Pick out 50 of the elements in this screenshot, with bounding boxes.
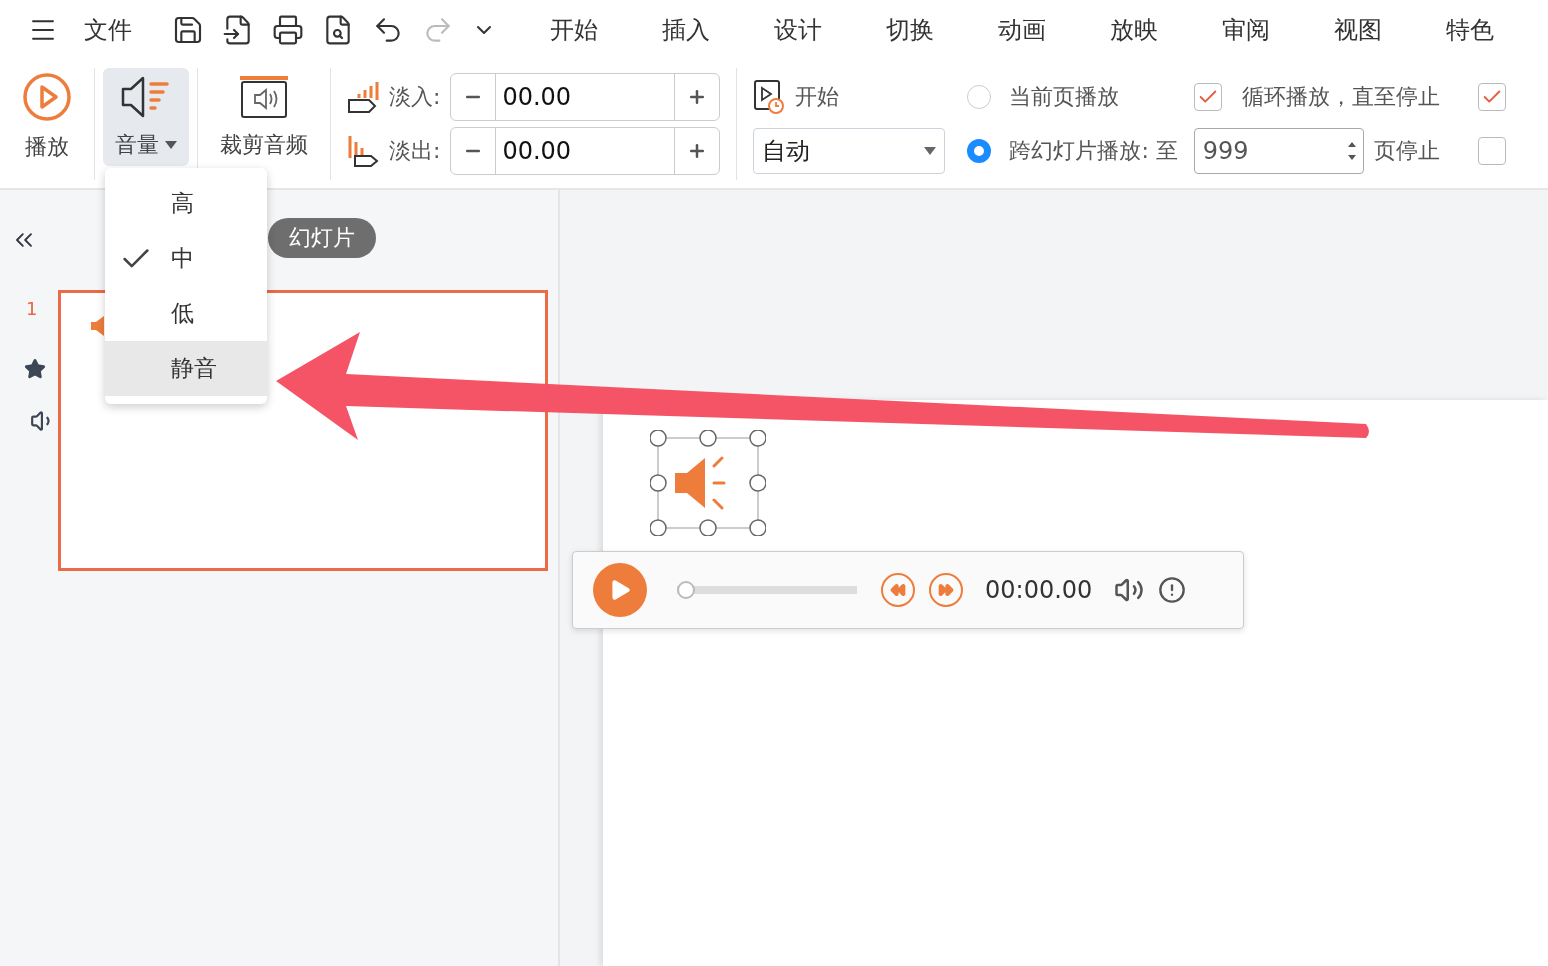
fade-label: 淡出: bbox=[389, 137, 441, 165]
menu-item[interactable]: 中 bbox=[105, 231, 267, 286]
rewind-button[interactable] bbox=[881, 573, 915, 607]
info-icon[interactable] bbox=[1158, 576, 1187, 604]
print-icon[interactable] bbox=[272, 14, 304, 46]
menu-item[interactable]: 静音 bbox=[105, 341, 267, 396]
menu-tab[interactable]: 放映 bbox=[1110, 14, 1158, 46]
menu-tab[interactable]: 审阅 bbox=[1222, 14, 1270, 46]
rewind-icon bbox=[890, 582, 906, 598]
playback-time: 00:00.00 bbox=[985, 576, 1093, 604]
fade-out-icon bbox=[347, 134, 379, 168]
stop-page-label: 页停止 bbox=[1373, 137, 1440, 165]
fade-label: 淡入: bbox=[389, 83, 441, 111]
menu-tab[interactable]: 特色 bbox=[1446, 14, 1494, 46]
loop-label: 循环播放，直至停止 bbox=[1241, 83, 1440, 111]
animation-star-icon bbox=[24, 358, 46, 380]
stop-page-field[interactable]: 999 bbox=[1193, 128, 1364, 174]
fade-duration-field[interactable]: 00.00 bbox=[450, 73, 721, 121]
slide-number: 1 bbox=[26, 298, 38, 319]
radio-option[interactable]: 跨幻灯片播放: 至 bbox=[967, 127, 1178, 175]
start-select[interactable]: 自动 bbox=[753, 128, 946, 174]
menu-tab[interactable]: 视图 bbox=[1334, 14, 1382, 46]
play-circle-icon bbox=[22, 72, 72, 122]
start-label: 开始 bbox=[795, 83, 840, 111]
fade-duration-field[interactable]: 00.00 bbox=[450, 127, 721, 175]
caret-icon bbox=[165, 141, 177, 149]
loop-checkbox[interactable] bbox=[1193, 83, 1222, 111]
slides-tab[interactable]: 幻灯片 bbox=[268, 218, 376, 258]
checkbox[interactable] bbox=[1477, 137, 1506, 165]
file-menu[interactable]: 文件 bbox=[84, 14, 132, 46]
caret-icon bbox=[924, 147, 937, 155]
checkbox[interactable] bbox=[1477, 83, 1506, 111]
fade-in-icon bbox=[347, 80, 379, 114]
menu-tab[interactable]: 插入 bbox=[662, 14, 710, 46]
menu-tab[interactable]: 切换 bbox=[886, 14, 934, 46]
menu-tab[interactable]: 动画 bbox=[998, 14, 1046, 46]
volume-button[interactable]: 音量 bbox=[103, 68, 189, 166]
radio-option[interactable]: 当前页播放 bbox=[967, 73, 1178, 121]
save-icon[interactable] bbox=[172, 14, 204, 46]
menu-item[interactable]: 高 bbox=[105, 176, 267, 231]
play-button[interactable]: 播放 bbox=[8, 68, 86, 166]
menu-item[interactable]: 低 bbox=[105, 286, 267, 341]
audio-trim-icon bbox=[238, 74, 290, 120]
start-icon bbox=[753, 79, 786, 115]
menu-tab[interactable]: 设计 bbox=[774, 14, 822, 46]
play-button[interactable] bbox=[593, 563, 647, 617]
fast-forward-button[interactable] bbox=[929, 573, 963, 607]
trim-audio-button[interactable]: 裁剪音频 bbox=[206, 68, 322, 166]
fast-forward-icon bbox=[938, 582, 954, 598]
menu-tab[interactable]: 开始 bbox=[550, 14, 598, 46]
